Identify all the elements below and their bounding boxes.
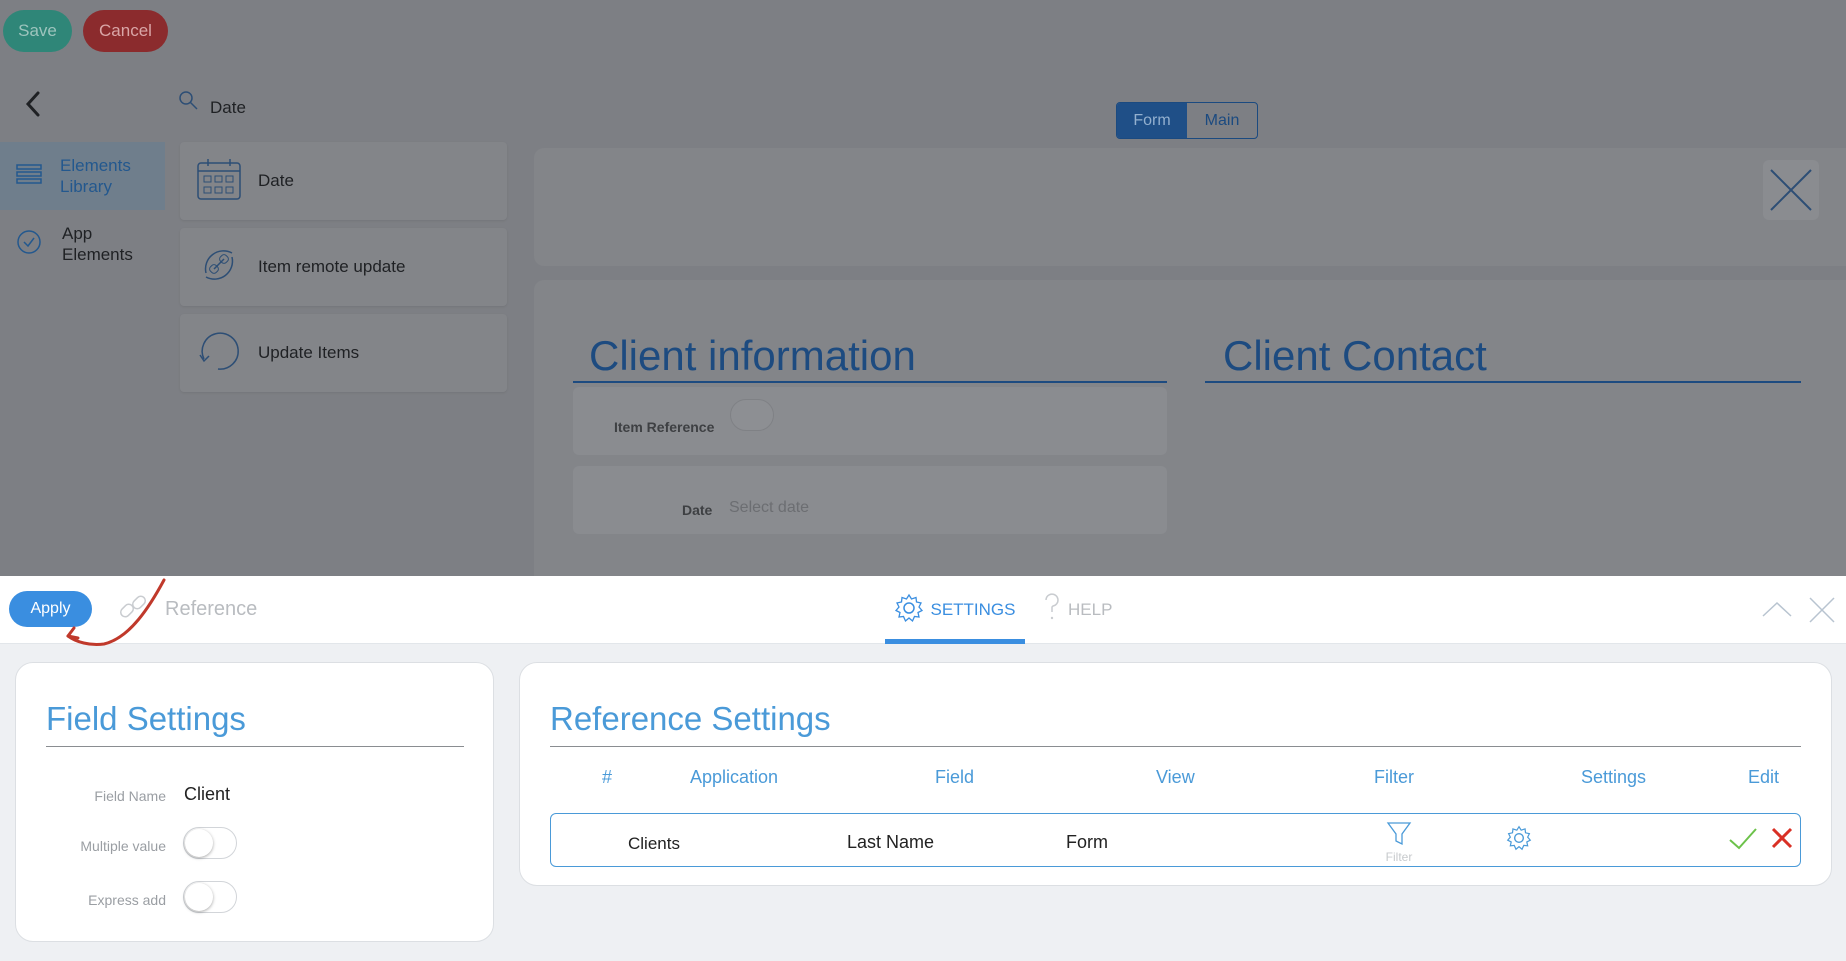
field-name-value[interactable]: Client	[184, 784, 230, 805]
view-toggle: Form Main	[1116, 102, 1258, 139]
tab-settings[interactable]: SETTINGS	[885, 576, 1025, 644]
filter-button[interactable]: Filter	[1380, 820, 1418, 866]
library-item-label: Date	[258, 171, 294, 190]
check-circle-icon	[16, 229, 42, 260]
toggle-knob	[185, 883, 213, 911]
library-item-label: Item remote update	[258, 257, 406, 276]
view-toggle-form[interactable]: Form	[1117, 103, 1187, 138]
confirm-check-icon[interactable]	[1728, 826, 1758, 852]
express-add-label: Express add	[88, 892, 166, 908]
search-input[interactable]: Date	[210, 98, 246, 118]
close-form-icon[interactable]	[1763, 160, 1819, 220]
sidebar-item-elements-library[interactable]: Elements Library	[0, 142, 165, 210]
item-reference-toggle[interactable]	[730, 399, 774, 431]
close-icon[interactable]	[1806, 594, 1838, 626]
filter-label: Filter	[1385, 850, 1413, 864]
multiple-value-label: Multiple value	[80, 838, 166, 854]
multiple-value-toggle[interactable]	[183, 827, 237, 859]
apply-button[interactable]: Apply	[9, 591, 92, 627]
section-title-client-information: Client information	[589, 332, 916, 379]
list-icon	[16, 163, 42, 190]
column-header-filter: Filter	[1374, 767, 1414, 787]
view-toggle-main[interactable]: Main	[1187, 103, 1257, 138]
card-divider	[46, 746, 464, 747]
column-header-edit: Edit	[1748, 767, 1780, 787]
express-add-toggle[interactable]	[183, 881, 237, 913]
refresh-icon	[196, 329, 242, 378]
date-input[interactable]: Select date	[729, 499, 809, 517]
search-icon	[178, 90, 200, 112]
tab-label: SETTINGS	[930, 600, 1016, 619]
sidebar-item-label: Elements Library	[60, 156, 131, 196]
settings-toolbar: Apply Reference SETTINGS HELP	[0, 576, 1846, 644]
form-row-label: Date	[682, 502, 713, 518]
calendar-icon	[196, 157, 242, 206]
sidebar-item-app-elements[interactable]: App Elements	[0, 210, 165, 278]
gear-icon[interactable]	[1506, 825, 1532, 851]
gear-icon	[894, 593, 930, 628]
cell-field: Last Name	[847, 832, 935, 852]
column-header-settings: Settings	[1581, 767, 1647, 787]
link-icon	[118, 592, 150, 624]
column-header-view: View	[1156, 767, 1195, 787]
save-button[interactable]: Save	[3, 10, 72, 52]
form-row-label: Item Reference	[614, 419, 715, 435]
section-title-client-contact: Client Contact	[1223, 332, 1487, 379]
toggle-knob	[185, 829, 213, 857]
library-item-date[interactable]: Date	[180, 142, 507, 220]
delete-x-icon[interactable]	[1770, 826, 1794, 850]
tab-help[interactable]: HELP	[1042, 576, 1122, 644]
element-type-label: Reference	[165, 598, 258, 620]
field-settings-title: Field Settings	[46, 700, 246, 737]
link-refresh-icon	[196, 243, 242, 292]
sidebar-item-label: App Elements	[62, 224, 133, 264]
chevron-up-icon[interactable]	[1760, 594, 1794, 624]
form-row-date[interactable]	[573, 466, 1167, 534]
column-header-field: Field	[935, 767, 975, 787]
cancel-button[interactable]: Cancel	[83, 10, 168, 52]
form-header-area	[534, 148, 1846, 266]
back-arrow-icon[interactable]	[22, 90, 44, 118]
library-item-label: Update Items	[258, 343, 360, 362]
table-row[interactable]	[550, 813, 1801, 867]
field-name-label: Field Name	[94, 788, 166, 804]
column-header-application: Application	[690, 767, 779, 787]
question-icon	[1042, 592, 1068, 629]
cell-view: Form	[1066, 832, 1108, 852]
column-header-number: #	[602, 767, 613, 787]
card-divider	[550, 746, 1801, 747]
tab-label: HELP	[1068, 600, 1113, 619]
library-item-remote-update[interactable]: Item remote update	[180, 228, 507, 306]
section-divider	[1205, 381, 1801, 383]
sidebar-nav: Elements Library App Elements	[0, 142, 165, 278]
library-item-update-items[interactable]: Update Items	[180, 314, 507, 392]
cell-application: Clients	[628, 834, 680, 853]
reference-settings-title: Reference Settings	[550, 700, 831, 737]
section-divider	[573, 381, 1167, 383]
